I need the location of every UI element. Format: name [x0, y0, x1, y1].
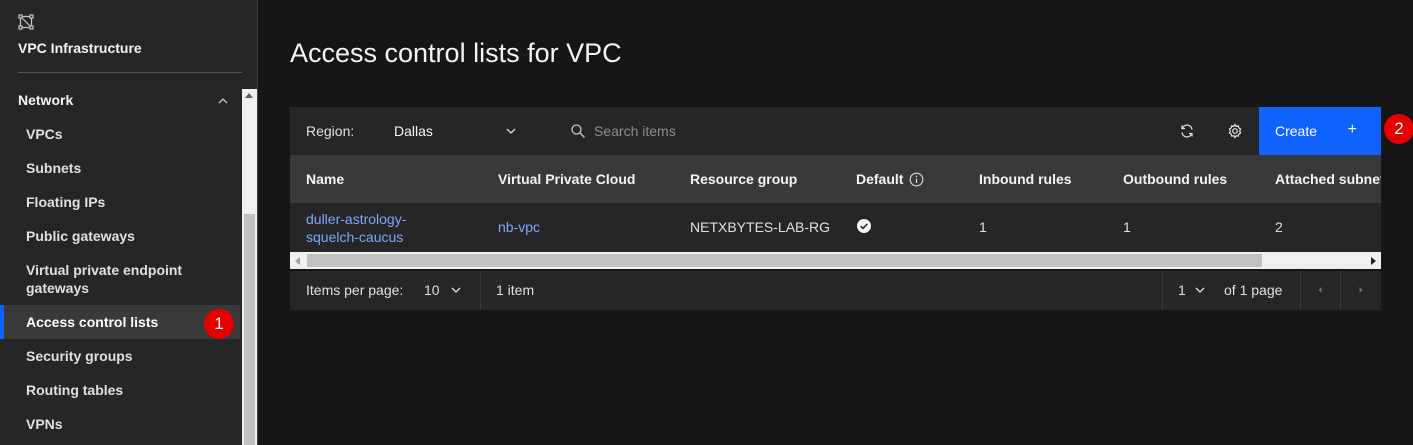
vpc-network-icon — [18, 14, 34, 35]
scroll-left-arrow-icon[interactable] — [295, 257, 300, 265]
sidebar-item-subnets[interactable]: Subnets — [0, 159, 240, 177]
search-icon — [571, 124, 585, 138]
chevron-down-icon[interactable] — [450, 284, 462, 296]
checkmark-filled-icon — [857, 219, 871, 233]
items-per-page-label: Items per page: — [306, 282, 404, 298]
scrollbar-thumb[interactable] — [307, 254, 1262, 267]
create-button[interactable]: Create + — [1259, 107, 1381, 155]
attached-subnets-cell: 2 — [1275, 219, 1283, 235]
next-page-icon[interactable] — [1356, 285, 1366, 295]
scrollbar-thumb[interactable] — [244, 214, 255, 445]
sidebar-item-label: Virtual private endpoint gateways — [26, 262, 183, 296]
network-section-header[interactable]: Network — [18, 92, 230, 108]
table-header-row: Name Virtual Private Cloud Resource grou… — [290, 155, 1381, 203]
sidebar: VPC Infrastructure Network VPCs Subnets … — [0, 0, 258, 445]
section-label: Network — [18, 92, 74, 108]
settings-gear-icon[interactable] — [1227, 123, 1243, 139]
column-header-default: Default — [856, 171, 924, 187]
sidebar-item-label: Access control lists — [26, 314, 159, 330]
column-header-resource-group[interactable]: Resource group — [690, 171, 797, 187]
table-horizontal-scrollbar[interactable] — [290, 252, 1381, 269]
sidebar-item-label: Public gateways — [26, 228, 135, 244]
sidebar-item-security-groups[interactable]: Security groups — [0, 347, 240, 365]
sidebar-divider — [18, 72, 242, 73]
sidebar-item-label: Subnets — [26, 160, 82, 176]
outbound-rules-cell: 1 — [1123, 219, 1131, 235]
divider — [1300, 271, 1301, 310]
scroll-right-arrow-icon[interactable] — [1371, 257, 1376, 265]
chevron-up-icon — [218, 98, 228, 104]
acl-name-line2: squelch-caucus — [306, 229, 404, 245]
divider — [480, 271, 481, 310]
resource-group-cell: NETXBYTES-LAB-RG — [690, 219, 831, 235]
acl-table: Name Virtual Private Cloud Resource grou… — [290, 155, 1381, 252]
sidebar-item-label: VPCs — [26, 126, 63, 142]
sidebar-title: VPC Infrastructure — [18, 40, 142, 56]
region-dropdown[interactable]: Dallas — [394, 123, 433, 139]
acl-name-line1: duller-astrology- — [306, 211, 407, 227]
inbound-rules-cell: 1 — [979, 219, 987, 235]
previous-page-icon[interactable] — [1315, 285, 1325, 295]
sidebar-item-label: VPNs — [26, 416, 63, 432]
vpc-link[interactable]: nb-vpc — [498, 219, 540, 235]
item-count: 1 item — [496, 282, 535, 298]
sidebar-item-label: Floating IPs — [26, 194, 106, 210]
column-header-name[interactable]: Name — [306, 171, 344, 187]
pagination-bar: Items per page: 10 1 item 1 of 1 page — [290, 271, 1381, 310]
page-select[interactable]: 1 — [1178, 282, 1186, 298]
sidebar-item-label: Security groups — [26, 348, 133, 364]
add-icon: + — [1347, 121, 1357, 138]
column-header-attached-subnets[interactable]: Attached subnets — [1275, 171, 1381, 187]
sidebar-item-routing-tables[interactable]: Routing tables — [0, 381, 240, 399]
column-header-outbound-rules[interactable]: Outbound rules — [1123, 171, 1227, 187]
step-badge-2: 2 — [1384, 114, 1413, 144]
region-label: Region: — [306, 123, 355, 139]
column-header-vpc[interactable]: Virtual Private Cloud — [498, 171, 635, 187]
sidebar-item-virtual-private-endpoint-gateways[interactable]: Virtual private endpoint gateways — [0, 261, 215, 297]
table-row: duller-astrology- squelch-caucus nb-vpc … — [290, 203, 1381, 252]
items-per-page-select[interactable]: 10 — [424, 282, 440, 298]
page-total: of 1 page — [1224, 282, 1283, 298]
column-header-inbound-rules[interactable]: Inbound rules — [979, 171, 1072, 187]
search-input[interactable] — [594, 117, 1114, 145]
sidebar-item-vpcs[interactable]: VPCs — [0, 125, 240, 143]
sidebar-item-floating-ips[interactable]: Floating IPs — [0, 193, 240, 211]
sidebar-scrollbar[interactable] — [242, 89, 257, 445]
table-toolbar: Region: Dallas Create + — [290, 107, 1381, 155]
divider — [1162, 271, 1163, 310]
column-header-default-label: Default — [856, 171, 904, 187]
refresh-icon[interactable] — [1179, 123, 1195, 139]
scroll-up-arrow-icon[interactable] — [245, 93, 253, 98]
divider — [1340, 271, 1341, 310]
chevron-down-icon[interactable] — [1194, 284, 1206, 296]
chevron-down-icon[interactable] — [504, 124, 518, 138]
page-title: Access control lists for VPC — [290, 38, 622, 68]
sidebar-item-vpns[interactable]: VPNs — [0, 415, 240, 433]
info-icon[interactable] — [909, 172, 924, 187]
sidebar-item-public-gateways[interactable]: Public gateways — [0, 227, 240, 245]
create-button-label: Create — [1275, 123, 1318, 139]
acl-name-link[interactable]: duller-astrology- squelch-caucus — [306, 210, 406, 246]
sidebar-item-label: Routing tables — [26, 382, 124, 398]
step-badge-1: 1 — [204, 309, 234, 339]
